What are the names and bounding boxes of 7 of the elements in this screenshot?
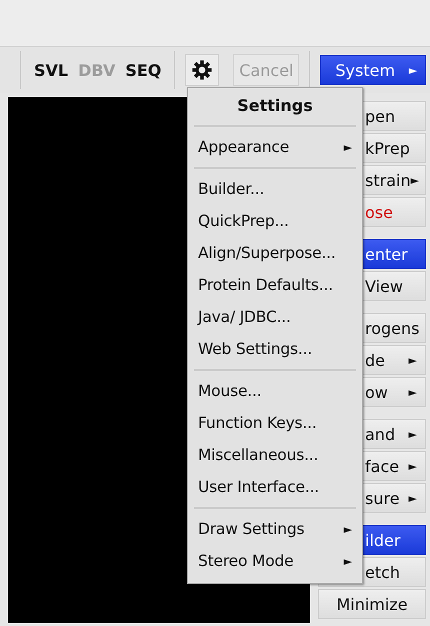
menu-title: Settings — [236, 95, 314, 117]
settings-icon — [191, 59, 214, 81]
panel-button[interactable]: Minimize — [318, 589, 426, 619]
toolbar-toggle[interactable]: SVL — [29, 60, 74, 80]
system-button[interactable]: System ► — [320, 55, 426, 85]
settings-button[interactable] — [185, 54, 220, 86]
toolbar-toggle[interactable]: SEQ — [120, 60, 166, 80]
